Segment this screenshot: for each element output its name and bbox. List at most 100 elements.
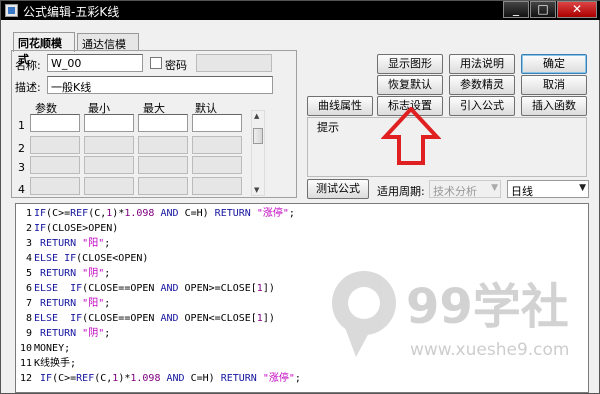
param-cell[interactable]	[192, 177, 242, 195]
code-line[interactable]: 12 IF(C>=REF(C,1)*1.098 AND C=H) RETURN …	[16, 371, 301, 386]
restore-default-button[interactable]: 恢复默认	[377, 75, 443, 95]
code-line[interactable]: 6 ELSE IF(CLOSE==OPEN AND OPEN>=CLOSE[1])	[16, 281, 275, 296]
code-token: MONEY;	[34, 343, 71, 354]
code-token: RETURN	[214, 208, 251, 219]
code-token: RETURN	[220, 373, 257, 384]
param-cell[interactable]	[30, 156, 80, 174]
line-number: 6	[25, 283, 32, 294]
param-cell[interactable]	[138, 156, 188, 174]
test-formula-button[interactable]: 测试公式	[307, 179, 369, 199]
param-cell[interactable]	[30, 177, 80, 195]
code-token: ;	[294, 373, 301, 384]
code-line[interactable]: 4 ELSE IF(CLOSE<OPEN)	[16, 251, 148, 266]
code-token: C=H)	[190, 373, 221, 384]
analysis-type-value: 技术分析	[433, 185, 477, 198]
tab-tdx-mode[interactable]: 通达信模式	[77, 33, 139, 67]
code-line[interactable]: 10 MONEY;	[16, 341, 70, 356]
code-token: (C>=	[52, 373, 77, 384]
code-token: )*	[112, 208, 125, 219]
param-cell[interactable]	[138, 177, 188, 195]
curve-props-button[interactable]: 曲线属性	[307, 96, 373, 116]
line-number: 5	[25, 268, 32, 279]
code-token: RETURN	[34, 328, 77, 339]
param-row-num: 1	[18, 119, 25, 132]
param-cell[interactable]	[84, 177, 134, 195]
code-token: (CLOSE==OPEN	[82, 313, 161, 324]
desc-label: 描述:	[15, 81, 41, 94]
code-line[interactable]: 1 IF(C>=REF(C,1)*1.098 AND C=H) RETURN "涨…	[16, 206, 295, 221]
param-cell[interactable]	[192, 136, 242, 154]
scroll-up-icon[interactable]: ▲	[254, 112, 259, 120]
code-token: "阴"	[76, 328, 105, 339]
line-number: 4	[25, 253, 32, 264]
code-token: AND	[160, 283, 179, 294]
param-tune-button[interactable]: 参数精灵	[449, 75, 515, 95]
line-number: 3	[25, 238, 32, 249]
insert-function-button[interactable]: 插入函数	[521, 96, 587, 116]
param-cell[interactable]	[138, 136, 188, 154]
param-cell[interactable]	[84, 156, 134, 174]
maximize-button[interactable]: □	[530, 1, 556, 18]
close-button[interactable]: ✕	[557, 1, 597, 18]
password-input[interactable]	[196, 54, 272, 72]
period-select[interactable]: 日线 ▼	[507, 180, 589, 198]
watermark: 99学社 www.xueshe9.com	[332, 271, 569, 360]
param-cell[interactable]	[192, 156, 242, 174]
param-cell[interactable]	[138, 114, 188, 132]
param-scrollbar[interactable]: ▲ ▼	[251, 110, 265, 196]
import-formula-button[interactable]: 引入公式	[449, 96, 515, 116]
code-line[interactable]: 11 K线换手;	[16, 356, 76, 371]
code-line[interactable]: 9 RETURN "阴";	[16, 326, 110, 341]
chevron-down-icon: ▼	[491, 183, 498, 193]
name-input[interactable]: W_00	[47, 54, 143, 72]
tab-ths-mode[interactable]: 同花顺模式	[13, 32, 75, 66]
line-number: 12	[19, 373, 32, 384]
formula-editor-window: 公式编辑-五彩K线 _ □ ✕ 同花顺模式 通达信模式 名称: W_00 密码 …	[0, 0, 600, 394]
code-token: 1.098	[130, 373, 161, 384]
param-cell[interactable]	[30, 114, 80, 132]
param-cell[interactable]	[84, 136, 134, 154]
param-cell[interactable]	[84, 114, 134, 132]
analysis-type-select[interactable]: 技术分析 ▼	[429, 180, 501, 198]
scroll-down-icon[interactable]: ▼	[254, 186, 259, 194]
code-token: ELSE IF	[34, 313, 83, 324]
code-token: OPEN<=CLOSE[	[178, 313, 257, 324]
scroll-thumb[interactable]	[253, 128, 263, 144]
line-number: 9	[25, 328, 32, 339]
code-token: AND	[154, 208, 185, 219]
code-line[interactable]: 8 ELSE IF(CLOSE==OPEN AND OPEN<=CLOSE[1])	[16, 311, 275, 326]
password-checkbox[interactable]	[150, 57, 162, 69]
cancel-button[interactable]: 取消	[521, 75, 587, 95]
ok-button[interactable]: 确定	[521, 54, 587, 74]
hint-box	[307, 117, 587, 177]
code-line[interactable]: 5 RETURN "阴";	[16, 266, 110, 281]
code-token: REF	[76, 373, 95, 384]
code-line[interactable]: 2 IF(CLOSE>OPEN)	[16, 221, 118, 236]
desc-input[interactable]: 一般K线	[47, 76, 273, 94]
code-token: (CLOSE<OPEN)	[76, 253, 149, 264]
code-token: RETURN	[34, 298, 77, 309]
code-token: ;	[288, 208, 295, 219]
period-label: 适用周期:	[377, 185, 425, 198]
code-line[interactable]: 3 RETURN "阳";	[16, 236, 110, 251]
code-token: K线换手;	[34, 358, 77, 369]
code-token: REF	[70, 208, 89, 219]
title-bar[interactable]: 公式编辑-五彩K线 _ □ ✕	[1, 1, 600, 20]
minimize-button[interactable]: _	[503, 1, 529, 18]
param-cell[interactable]	[30, 136, 80, 154]
hint-label: 提示	[315, 119, 341, 135]
line-number: 2	[25, 223, 32, 234]
param-cell[interactable]	[192, 114, 242, 132]
show-graph-button[interactable]: 显示图形	[377, 54, 443, 74]
line-number: 1	[25, 208, 32, 219]
code-token: ;	[104, 268, 111, 279]
name-label: 名称:	[15, 59, 41, 72]
code-line[interactable]: 7 RETURN "阳";	[16, 296, 110, 311]
code-token: "涨停"	[256, 373, 295, 384]
code-token: ;	[104, 328, 111, 339]
usage-button[interactable]: 用法说明	[449, 54, 515, 74]
code-token: IF	[34, 208, 47, 219]
line-number: 11	[19, 358, 32, 369]
line-number: 8	[25, 313, 32, 324]
code-token: RETURN	[34, 268, 77, 279]
